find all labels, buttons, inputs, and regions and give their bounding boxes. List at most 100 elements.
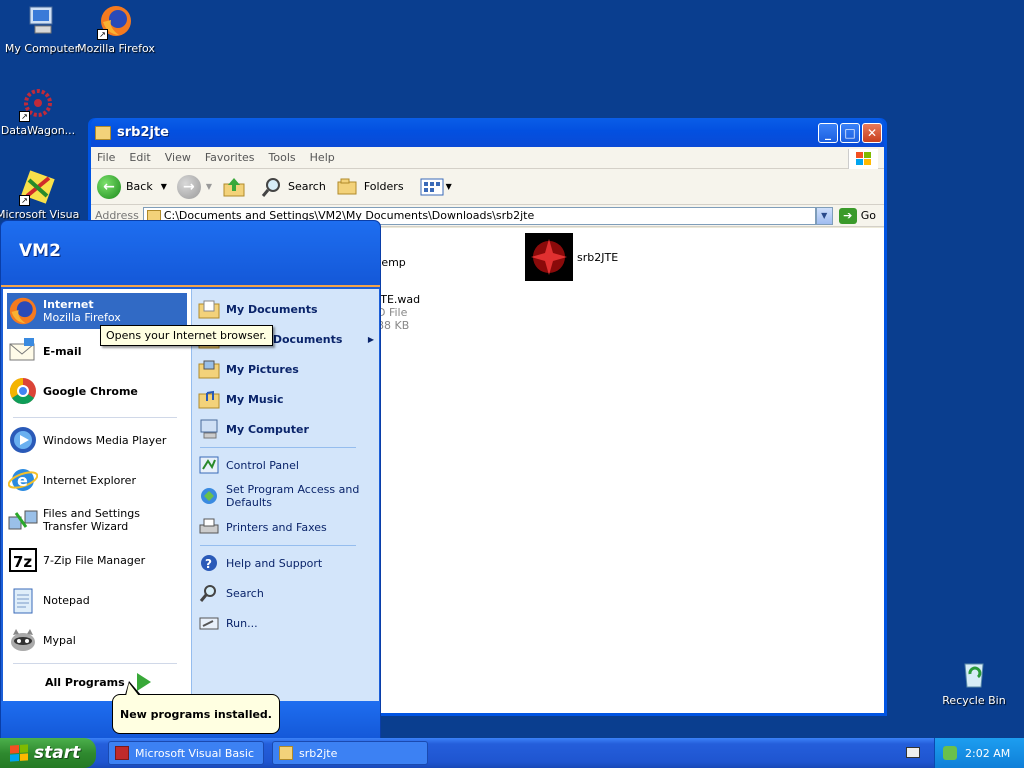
network-icon[interactable]: [943, 746, 957, 760]
start-item-label: Notepad: [43, 593, 90, 607]
datawagon-icon: ↗: [19, 86, 55, 122]
start-place-my-music[interactable]: My Music: [198, 387, 374, 411]
start-item-label: Internet Explorer: [43, 473, 136, 487]
start-menu-separator: [13, 663, 177, 664]
svg-text:?: ?: [205, 557, 212, 571]
file-type: D File: [377, 306, 408, 319]
start-item-label: Files and Settings Transfer Wizard: [43, 507, 140, 533]
start-item-label: Mypal: [43, 633, 76, 647]
desktop-icon-recycle-bin[interactable]: Recycle Bin: [932, 656, 1016, 707]
chevron-down-icon[interactable]: ▼: [446, 182, 452, 191]
start-item-windows-media-player[interactable]: Windows Media Player: [7, 423, 187, 457]
go-button[interactable]: ➔ Go: [838, 207, 876, 224]
email-icon: [7, 335, 39, 367]
desktop-icon-datawagon[interactable]: ↗ DataWagon...: [0, 86, 80, 137]
start-menu-separator: [200, 447, 356, 448]
back-arrow-icon: ←: [97, 174, 121, 199]
file-name: srb2JTE: [577, 250, 619, 264]
menu-favorites[interactable]: Favorites: [205, 151, 255, 164]
notification-balloon[interactable]: New programs installed.: [112, 681, 280, 734]
desktop-icon-visual-basic[interactable]: ↗ Microsoft Visual...: [0, 170, 80, 221]
folders-icon: [337, 178, 357, 194]
desktop-icon-my-computer[interactable]: My Computer: [0, 4, 84, 55]
search-button[interactable]: Search: [260, 176, 326, 198]
desktop-icon-label: DataWagon...: [0, 124, 76, 137]
start-menu-programs: Internet Mozilla Firefox E-mail Google C…: [3, 289, 191, 701]
start-item-internet[interactable]: Internet Mozilla Firefox: [7, 293, 187, 329]
folders-button[interactable]: Folders: [336, 176, 404, 198]
start-item-mypal[interactable]: Mypal: [7, 623, 187, 657]
start-place-my-pictures[interactable]: My Pictures: [198, 357, 374, 381]
clock[interactable]: 2:02 AM: [965, 747, 1010, 760]
file-name: JTE.wad: [377, 293, 421, 306]
start-place-label: My Music: [226, 392, 284, 406]
back-label: Back: [126, 180, 153, 193]
file-item-srb2jte[interactable]: srb2JTE: [525, 233, 618, 281]
menu-tools[interactable]: Tools: [269, 151, 296, 164]
start-place-printers-faxes[interactable]: Printers and Faxes: [198, 515, 374, 539]
minimize-button[interactable]: _: [818, 122, 838, 143]
file-name: temp: [377, 256, 406, 269]
keyboard-icon[interactable]: [906, 747, 920, 758]
start-item-7zip[interactable]: 7z 7-Zip File Manager: [7, 543, 187, 577]
start-item-files-settings-transfer[interactable]: Files and Settings Transfer Wizard: [7, 501, 187, 539]
menu-file[interactable]: File: [97, 151, 115, 164]
start-item-google-chrome[interactable]: Google Chrome: [7, 373, 187, 409]
start-button[interactable]: start: [0, 738, 96, 768]
my-computer-icon: [198, 418, 220, 440]
transfer-wizard-icon: [7, 504, 39, 536]
srb2jte-image-icon: [525, 233, 573, 281]
folder-icon: [279, 746, 293, 760]
start-place-my-documents[interactable]: My Documents: [198, 297, 374, 321]
internet-explorer-icon: e: [7, 464, 39, 496]
menu-edit[interactable]: Edit: [129, 151, 150, 164]
search-icon: [198, 582, 220, 604]
close-button[interactable]: ✕: [862, 122, 882, 143]
views-button[interactable]: ▼: [420, 177, 452, 197]
file-item-temp[interactable]: temp: [377, 256, 406, 269]
start-menu: VM2 Internet Mozilla Firefox E-mail Goog…: [0, 220, 381, 740]
up-folder-button[interactable]: [222, 176, 246, 198]
shortcut-arrow-icon: ↗: [19, 195, 30, 206]
start-place-label: My Documents: [226, 302, 318, 316]
start-place-label: Control Panel: [226, 458, 299, 472]
shortcut-arrow-icon: ↗: [97, 29, 108, 40]
desktop-icon-firefox[interactable]: ↗ Mozilla Firefox: [74, 4, 158, 55]
forward-button[interactable]: → ▼: [176, 174, 212, 199]
balloon-text: New programs installed.: [120, 707, 272, 721]
start-menu-separator: [200, 545, 356, 546]
program-access-icon: [198, 485, 220, 507]
taskbar-button-visual-basic[interactable]: Microsoft Visual Basic: [108, 741, 264, 765]
chrome-icon: [7, 375, 39, 407]
window-title: srb2jte: [117, 125, 169, 140]
go-label: Go: [860, 209, 876, 222]
start-item-internet-explorer[interactable]: e Internet Explorer: [7, 463, 187, 497]
all-programs-label: All Programs: [45, 675, 125, 689]
start-item-label: Internet: [43, 298, 94, 311]
recycle-bin-icon: [957, 656, 991, 690]
address-dropdown-button[interactable]: ▼: [815, 206, 833, 225]
maximize-button[interactable]: □: [840, 122, 860, 143]
menu-view[interactable]: View: [165, 151, 191, 164]
window-titlebar[interactable]: srb2jte _ □ ✕: [91, 118, 884, 147]
start-place-set-program-access[interactable]: Set Program Access and Defaults: [198, 481, 374, 511]
start-place-control-panel[interactable]: Control Panel: [198, 453, 374, 477]
start-place-label: My Computer: [226, 422, 309, 436]
start-place-run[interactable]: Run...: [198, 611, 374, 635]
file-item-jte-wad[interactable]: JTE.wad D File 88 KB: [377, 293, 420, 332]
taskbar-button-srb2jte[interactable]: srb2jte: [272, 741, 428, 765]
start-place-search[interactable]: Search: [198, 581, 374, 605]
search-label: Search: [288, 180, 326, 193]
firefox-icon: [7, 295, 39, 327]
start-place-help-support[interactable]: ? Help and Support: [198, 551, 374, 575]
start-item-notepad[interactable]: Notepad: [7, 583, 187, 617]
my-documents-icon: [198, 298, 220, 320]
back-button[interactable]: ← Back ▼: [97, 174, 167, 199]
start-place-my-computer[interactable]: My Computer: [198, 417, 374, 441]
go-arrow-icon: ➔: [838, 207, 857, 224]
chevron-down-icon[interactable]: ▼: [161, 182, 167, 191]
chevron-down-icon[interactable]: ▼: [206, 182, 212, 191]
control-panel-icon: [198, 454, 220, 476]
menu-help[interactable]: Help: [310, 151, 335, 164]
start-item-sublabel: Mozilla Firefox: [43, 311, 121, 324]
